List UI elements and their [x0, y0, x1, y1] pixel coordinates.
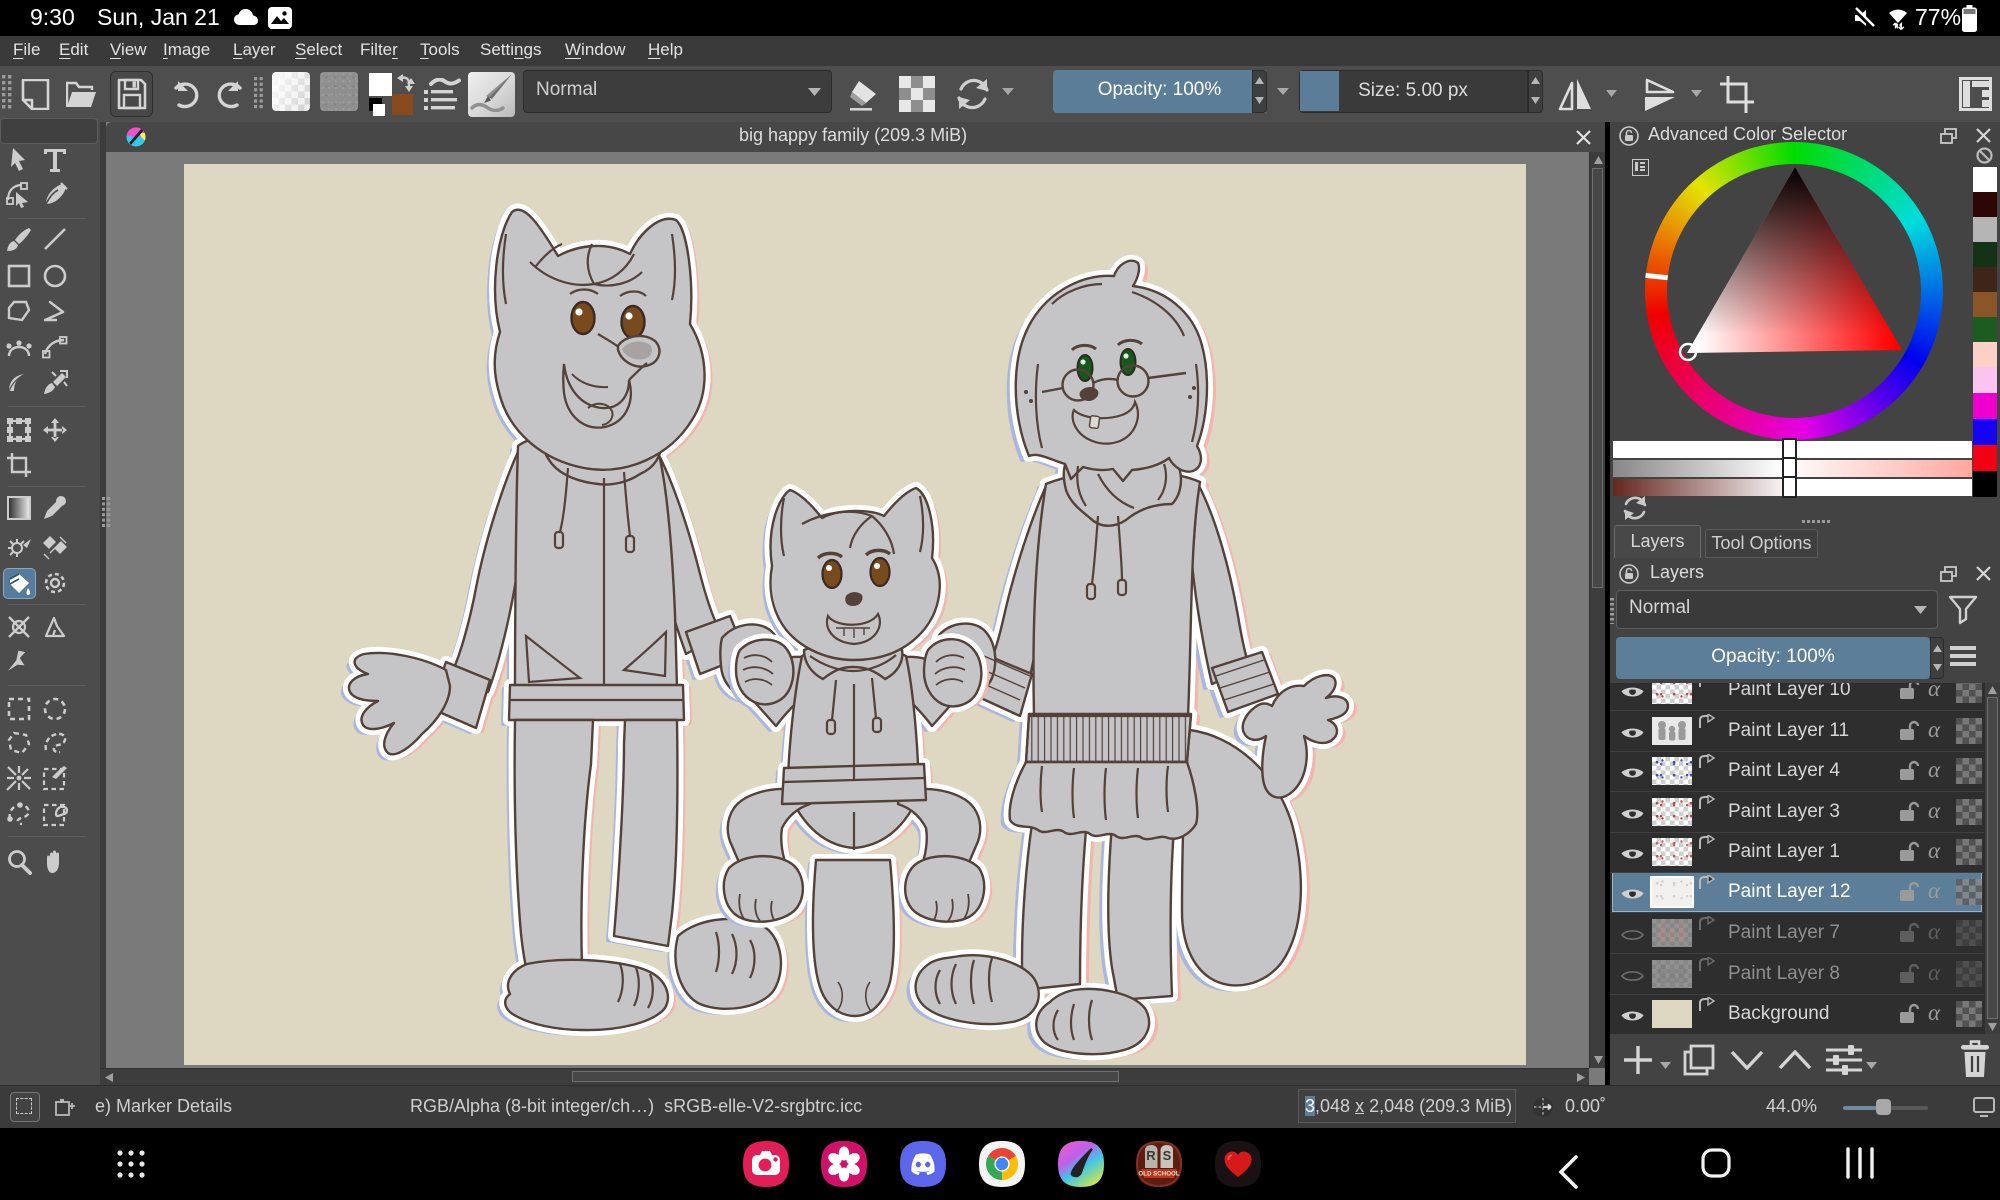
svg-text:R: R [1146, 1148, 1156, 1163]
svg-text:OLD SCHOOL: OLD SCHOOL [1138, 1171, 1179, 1178]
svg-text:S: S [1163, 1148, 1172, 1163]
